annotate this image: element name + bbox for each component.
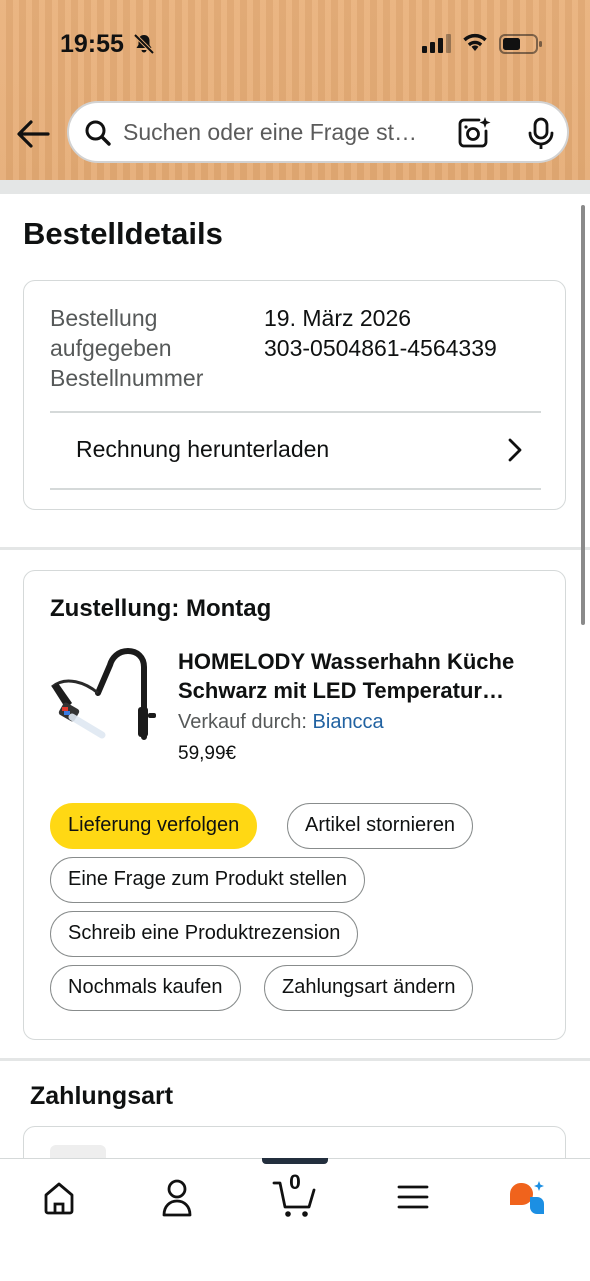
- back-arrow-icon[interactable]: [14, 116, 54, 152]
- nav-menu[interactable]: [383, 1175, 443, 1219]
- product-title-line-1: HOMELODY Wasserhahn Küche: [178, 649, 515, 674]
- cart-count: 0: [289, 1171, 301, 1194]
- header-separator: [0, 180, 590, 194]
- app-header: 19:55 Suchen oder eine Frage st…: [0, 0, 590, 180]
- section-separator: [0, 547, 590, 550]
- delivery-title: Zustellung: Montag: [50, 595, 272, 622]
- download-invoice-label: Rechnung herunterladen: [76, 436, 330, 462]
- signal-icon: [422, 34, 451, 53]
- delivery-card: Zustellung: Montag HOMELODY Wasserhahn K…: [23, 570, 566, 1040]
- battery-icon: [499, 34, 542, 54]
- section-separator: [0, 1058, 590, 1061]
- search-bar[interactable]: Suchen oder eine Frage st…: [67, 101, 569, 163]
- nav-rufus[interactable]: [500, 1175, 560, 1219]
- order-labels: Bestellung aufgegeben Bestellnummer: [50, 303, 203, 393]
- product-title-line-2: Schwarz mit LED Temperatur…: [178, 678, 504, 703]
- buy-again-button[interactable]: Nochmals kaufen: [50, 965, 241, 1011]
- bell-muted-icon: [133, 33, 155, 55]
- nav-home[interactable]: [29, 1175, 89, 1219]
- product-price: 59,99€: [178, 743, 237, 764]
- mic-icon[interactable]: [527, 117, 555, 151]
- scrollbar[interactable]: [581, 205, 585, 625]
- rufus-icon: [509, 1181, 544, 1214]
- order-number: 303-0504861-4564339: [264, 335, 497, 361]
- order-summary-card: Bestellung aufgegeben Bestellnummer 19. …: [23, 280, 566, 510]
- change-payment-button[interactable]: Zahlungsart ändern: [264, 965, 474, 1011]
- search-icon[interactable]: [83, 118, 113, 148]
- order-placed-label-1: Bestellung: [50, 305, 158, 331]
- cancel-item-button[interactable]: Artikel stornieren: [287, 803, 474, 849]
- menu-icon: [397, 1185, 429, 1209]
- seller-prefix: Verkauf durch:: [178, 711, 307, 733]
- nav-account[interactable]: [147, 1175, 207, 1219]
- status-time: 19:55: [60, 30, 124, 58]
- order-date: 19. März 2026: [264, 305, 412, 331]
- payment-section-title: Zahlungsart: [30, 1082, 174, 1110]
- product-image[interactable]: [46, 647, 158, 747]
- chevron-right-icon: [508, 438, 522, 462]
- camera-icon[interactable]: [457, 117, 491, 151]
- ask-question-button[interactable]: Eine Frage zum Produkt stellen: [50, 857, 366, 903]
- seller-line: Verkauf durch: Biancca: [178, 711, 384, 734]
- bottom-nav: 0: [0, 1158, 590, 1281]
- active-tab-indicator: [262, 1158, 328, 1164]
- divider: [50, 488, 541, 490]
- page-title: Bestelldetails: [23, 216, 223, 251]
- order-values: 19. März 2026 303-0504861-4564339: [264, 303, 497, 363]
- write-review-button[interactable]: Schreib eine Produktrezension: [50, 911, 359, 957]
- nav-cart[interactable]: 0: [265, 1171, 325, 1219]
- seller-link[interactable]: Biancca: [313, 711, 384, 733]
- download-invoice-row[interactable]: Rechnung herunterladen: [50, 413, 541, 489]
- home-icon: [44, 1182, 74, 1215]
- track-delivery-button[interactable]: Lieferung verfolgen: [50, 803, 258, 849]
- account-icon: [162, 1179, 192, 1217]
- search-input[interactable]: Suchen oder eine Frage st…: [123, 119, 433, 146]
- order-number-label: Bestellnummer: [50, 365, 204, 391]
- wifi-icon: [463, 33, 487, 51]
- order-placed-label-2: aufgegeben: [50, 335, 172, 361]
- product-title[interactable]: HOMELODY Wasserhahn Küche Schwarz mit LE…: [178, 647, 543, 705]
